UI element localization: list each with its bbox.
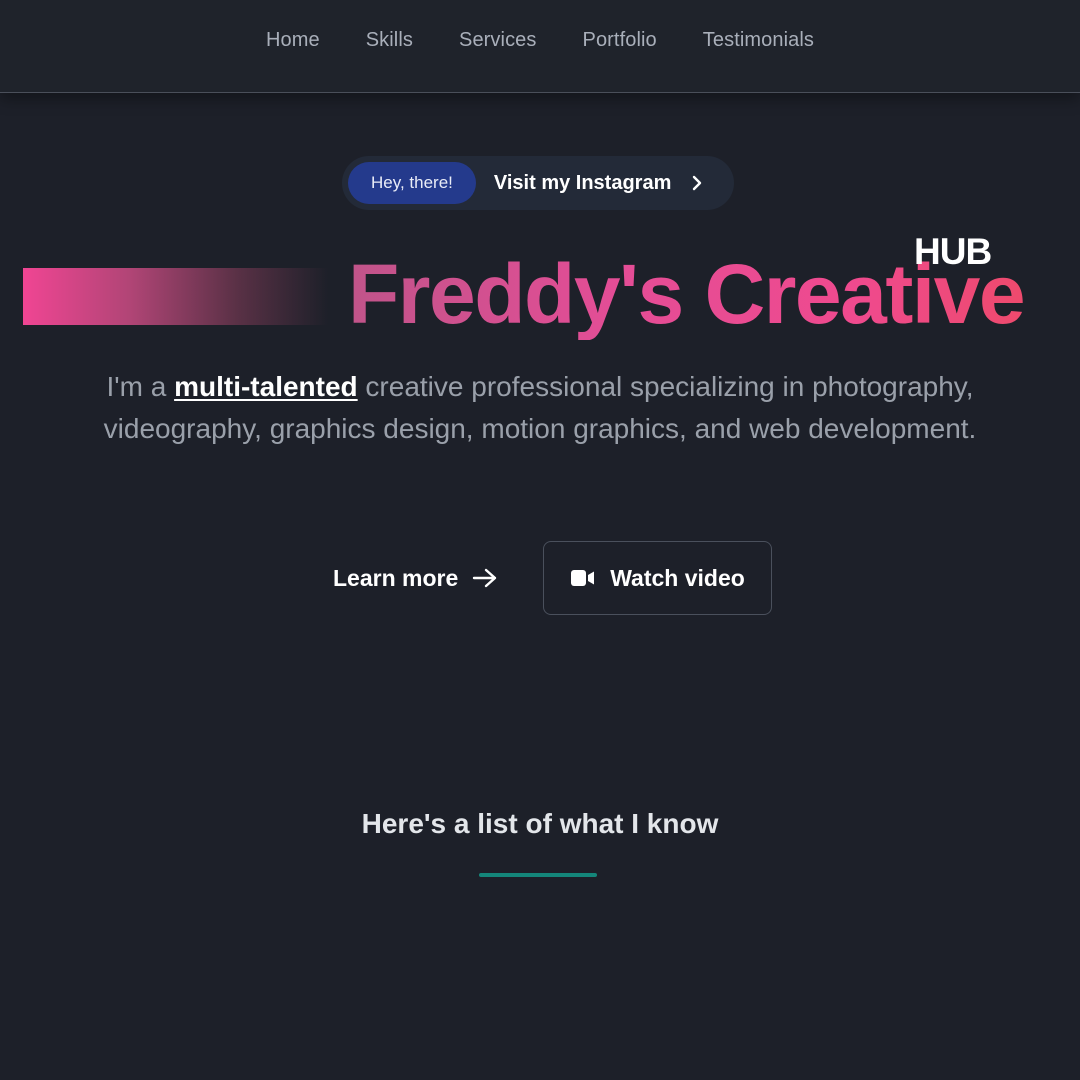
nav-item-skills[interactable]: Skills [366,29,413,52]
learn-more-label: Learn more [333,564,459,591]
arrow-right-icon [472,567,498,589]
skills-section-heading: Here's a list of what I know [361,808,719,839]
description-emphasis: multi-talented [174,371,358,402]
hub-badge: HUB [914,231,992,272]
watch-video-label: Watch video [610,564,745,591]
hero-description: I'm a multi-talented creative profession… [90,366,990,450]
watch-video-button[interactable]: Watch video [543,541,772,615]
decorative-gradient-bar [23,268,328,325]
instagram-link-label[interactable]: Visit my Instagram [494,172,671,195]
top-navigation: Home Skills Services Portfolio Testimoni… [0,0,1080,93]
greeting-badge: Hey, there! [348,162,476,204]
nav-item-home[interactable]: Home [266,29,320,52]
learn-more-button[interactable]: Learn more [333,558,498,598]
chevron-right-icon [691,175,703,191]
section-divider [479,873,597,877]
instagram-announcement-pill[interactable]: Hey, there! Visit my Instagram [342,156,734,210]
video-camera-icon [570,569,596,587]
nav-item-testimonials[interactable]: Testimonials [703,29,814,52]
description-prefix: I'm a [106,371,175,402]
page: Home Skills Services Portfolio Testimoni… [0,0,1080,1080]
nav-item-services[interactable]: Services [459,29,537,52]
nav-item-portfolio[interactable]: Portfolio [583,29,657,52]
